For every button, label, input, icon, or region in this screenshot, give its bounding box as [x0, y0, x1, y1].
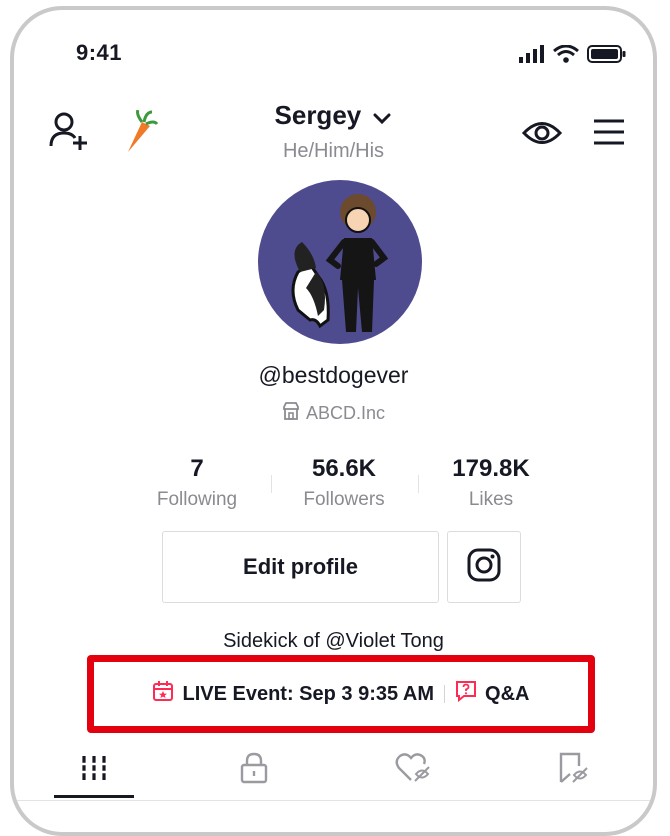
qa-bubble-icon — [455, 680, 477, 708]
stat-label: Followers — [303, 489, 385, 510]
live-event-link[interactable]: LIVE Event: Sep 3 9:35 AM — [152, 680, 434, 708]
stats-row: 7 Following 56.6K Followers 179.8K Likes — [124, 455, 564, 511]
content-tabs — [14, 740, 653, 800]
stat-value: 56.6K — [311, 455, 377, 482]
calendar-icon — [152, 680, 174, 708]
qa-label: Q&A — [485, 682, 530, 705]
stat-label: Following — [156, 489, 238, 510]
liked-hidden-icon — [395, 752, 431, 789]
live-event-highlight: LIVE Event: Sep 3 9:35 AM Q&A — [87, 655, 595, 733]
battery-icon — [587, 44, 627, 69]
qa-link[interactable]: Q&A — [455, 680, 530, 708]
tab-liked[interactable] — [334, 740, 494, 800]
stat-followers[interactable]: 56.6K Followers — [271, 455, 417, 511]
instagram-button[interactable] — [447, 531, 521, 603]
eye-icon[interactable] — [521, 118, 563, 153]
menu-icon[interactable] — [592, 118, 626, 151]
avatar[interactable] — [258, 180, 422, 344]
favorites-hidden-icon — [555, 752, 591, 789]
stat-label: Likes — [468, 489, 514, 510]
status-time: 9:41 — [76, 40, 123, 65]
instagram-icon — [467, 548, 501, 587]
tabs-divider — [14, 800, 653, 801]
bio: Sidekick of @Violet Tong — [223, 630, 444, 652]
divider — [444, 685, 446, 703]
stat-value: 7 — [190, 455, 204, 482]
private-lock-icon — [239, 752, 269, 789]
storefront-icon — [282, 402, 300, 425]
signal-icon — [519, 45, 545, 68]
username: @bestdogever — [258, 362, 409, 388]
wifi-icon — [553, 44, 579, 68]
business-line[interactable]: ABCD.Inc — [14, 402, 653, 425]
stat-likes[interactable]: 179.8K Likes — [418, 455, 564, 511]
videos-grid-icon — [79, 754, 109, 787]
tab-private[interactable] — [174, 740, 334, 800]
profile-name: Sergey — [274, 100, 362, 130]
live-event-label: LIVE Event: Sep 3 9:35 AM — [182, 682, 435, 705]
chevron-down-icon — [372, 102, 392, 133]
edit-profile-button[interactable]: Edit profile — [162, 531, 439, 603]
tab-favorites[interactable] — [493, 740, 653, 800]
business-name: ABCD.Inc — [305, 403, 386, 423]
stat-following[interactable]: 7 Following — [124, 455, 270, 511]
stat-value: 179.8K — [452, 455, 530, 482]
phone-frame: 9:41 Sergey He/Him/His @bestdogever ABCD… — [10, 6, 657, 836]
tab-videos[interactable] — [14, 740, 174, 800]
status-icons — [519, 44, 627, 69]
